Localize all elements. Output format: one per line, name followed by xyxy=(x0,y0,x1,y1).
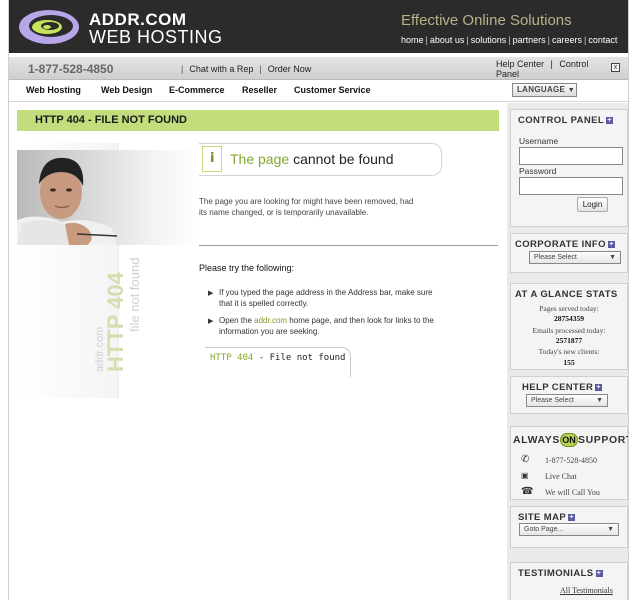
chevron-down-icon: ▼ xyxy=(609,254,616,261)
support-phone: 1-877-528-4850 xyxy=(545,456,597,465)
plus-icon[interactable]: + xyxy=(606,116,614,124)
corporate-info-box: CORPORATE INFO + Please Select ▼ xyxy=(510,233,628,273)
site-map-title: SITE MAP + xyxy=(518,512,576,523)
chevron-down-icon: ▼ xyxy=(567,87,575,94)
language-label: LANGUAGE xyxy=(517,85,566,94)
http404-tab-label: HTTP 404 - File not found xyxy=(210,353,346,363)
link-partners[interactable]: partners xyxy=(513,35,546,45)
nav-reseller[interactable]: Reseller xyxy=(242,85,277,95)
heading-green: The page xyxy=(230,151,290,167)
page-frame: ADDR.COM WEB HOSTING Effective Online So… xyxy=(8,0,629,600)
site-map-box: SITE MAP + Goto Page... ▼ xyxy=(510,506,628,548)
info-icon: i xyxy=(202,146,222,172)
language-dropdown[interactable]: LANGUAGE ▼ xyxy=(512,83,577,97)
stats-title: AT A GLANCE STATS xyxy=(515,289,618,300)
link-home[interactable]: home xyxy=(401,35,424,45)
control-panel-title: CONTROL PANEL + xyxy=(518,115,614,126)
always-on-support-title: ALWAYS ON SUPPORT xyxy=(513,433,629,447)
phone-number: 1-877-528-4850 xyxy=(28,62,114,76)
suggestion-1: If you typed the page address in the Add… xyxy=(219,288,433,308)
nav-e-commerce[interactable]: E-Commerce xyxy=(169,85,225,95)
live-chat-link[interactable]: Live Chat xyxy=(545,472,577,481)
close-icon[interactable]: x xyxy=(611,63,620,72)
plus-icon[interactable]: + xyxy=(607,240,615,248)
chat-icon: ▣ xyxy=(521,471,529,480)
brand-subtitle: WEB HOSTING xyxy=(89,27,223,47)
new-clients-label: Today's new clients: xyxy=(538,347,600,356)
phone-bar: 1-877-528-4850 | Chat with a Rep | Order No… xyxy=(9,57,628,80)
error-banner: HTTP 404 - FILE NOT FOUND xyxy=(17,110,499,131)
vertical-file-not-found-text: file not found xyxy=(127,257,142,332)
vertical-http404-text: HTTP 404 xyxy=(103,272,128,372)
bullet-icon: ▶ xyxy=(208,290,214,297)
error-description: The page you are looking for might have … xyxy=(199,197,414,217)
testimonials-title: TESTIMONIALS + xyxy=(518,568,603,579)
callback-icon: ☎ xyxy=(521,486,534,497)
nav-web-design[interactable]: Web Design xyxy=(101,85,152,95)
corporate-info-select[interactable]: Please Select ▼ xyxy=(529,251,621,264)
link-about-us[interactable]: about us xyxy=(430,35,465,45)
emails-processed-value: 2571877 xyxy=(555,336,583,345)
plus-icon[interactable]: + xyxy=(595,383,603,391)
corporate-info-title: CORPORATE INFO + xyxy=(515,239,615,250)
heading-dark: cannot be found xyxy=(293,151,394,167)
call-you-link[interactable]: We will Call You xyxy=(545,488,600,497)
chevron-down-icon: ▼ xyxy=(607,526,614,533)
always-on-support-box: ALWAYS ON SUPPORT ✆ 1-877-528-4850 ▣ Live … xyxy=(510,426,628,500)
suggestion-2: Open the addr.com home page, and then lo… xyxy=(219,316,434,336)
help-center-title: HELP CENTER + xyxy=(522,382,603,393)
chat-link[interactable]: Chat with a Rep xyxy=(189,64,253,74)
help-center-box: HELP CENTER + Please Select ▼ xyxy=(510,376,628,414)
divider xyxy=(199,245,498,246)
username-label: Username xyxy=(519,136,559,146)
main-nav: Web Hosting Web Design E-Commerce Resell… xyxy=(9,80,628,102)
testimonials-box: TESTIMONIALS + All Testimonials xyxy=(510,562,628,600)
help-center-select[interactable]: Please Select ▼ xyxy=(526,394,608,407)
help-center-link[interactable]: Help Center xyxy=(496,59,544,69)
password-label: Password xyxy=(519,166,557,176)
order-now-link[interactable]: Order Now xyxy=(268,64,312,74)
chat-order-links: | Chat with a Rep | Order Now xyxy=(181,64,312,74)
plus-icon[interactable]: + xyxy=(595,569,603,577)
site-header: ADDR.COM WEB HOSTING Effective Online So… xyxy=(9,0,628,53)
stats-box: AT A GLANCE STATS Pages served today: 28… xyxy=(510,283,628,370)
bullet-icon: ▶ xyxy=(208,318,214,325)
help-control-links: Help Center | Control Panel xyxy=(496,59,589,79)
emails-processed-label: Emails processed today: xyxy=(532,326,606,335)
chevron-down-icon: ▼ xyxy=(596,397,603,404)
addr-logo-icon[interactable] xyxy=(17,8,81,46)
all-testimonials-link[interactable]: All Testimonials xyxy=(560,586,613,595)
link-solutions[interactable]: solutions xyxy=(471,35,507,45)
top-links: home | about us | solutions | partners | careers… xyxy=(401,35,618,45)
link-careers[interactable]: careers xyxy=(552,35,582,45)
pages-served-label: Pages served today: xyxy=(539,304,599,313)
phone-icon: ✆ xyxy=(521,454,530,465)
plus-icon[interactable]: + xyxy=(568,513,576,521)
nav-customer-service[interactable]: Customer Service xyxy=(294,85,371,95)
addr-home-link[interactable]: addr.com xyxy=(254,316,287,325)
pages-served-value: 28754359 xyxy=(554,314,584,323)
link-contact[interactable]: contact xyxy=(588,35,617,45)
not-found-heading: The page cannot be found xyxy=(230,151,393,167)
control-panel-box: CONTROL PANEL + Username Password Login xyxy=(510,109,628,227)
try-following-label: Please try the following: xyxy=(199,263,295,273)
error-banner-title: HTTP 404 - FILE NOT FOUND xyxy=(35,114,187,126)
tagline: Effective Online Solutions xyxy=(401,12,572,29)
password-input[interactable] xyxy=(519,177,623,195)
site-map-select[interactable]: Goto Page... ▼ xyxy=(519,523,619,536)
username-input[interactable] xyxy=(519,147,623,165)
login-button[interactable]: Login xyxy=(577,197,608,212)
nav-web-hosting[interactable]: Web Hosting xyxy=(26,85,81,95)
man-photo xyxy=(17,150,199,245)
new-clients-value: 155 xyxy=(563,358,575,367)
